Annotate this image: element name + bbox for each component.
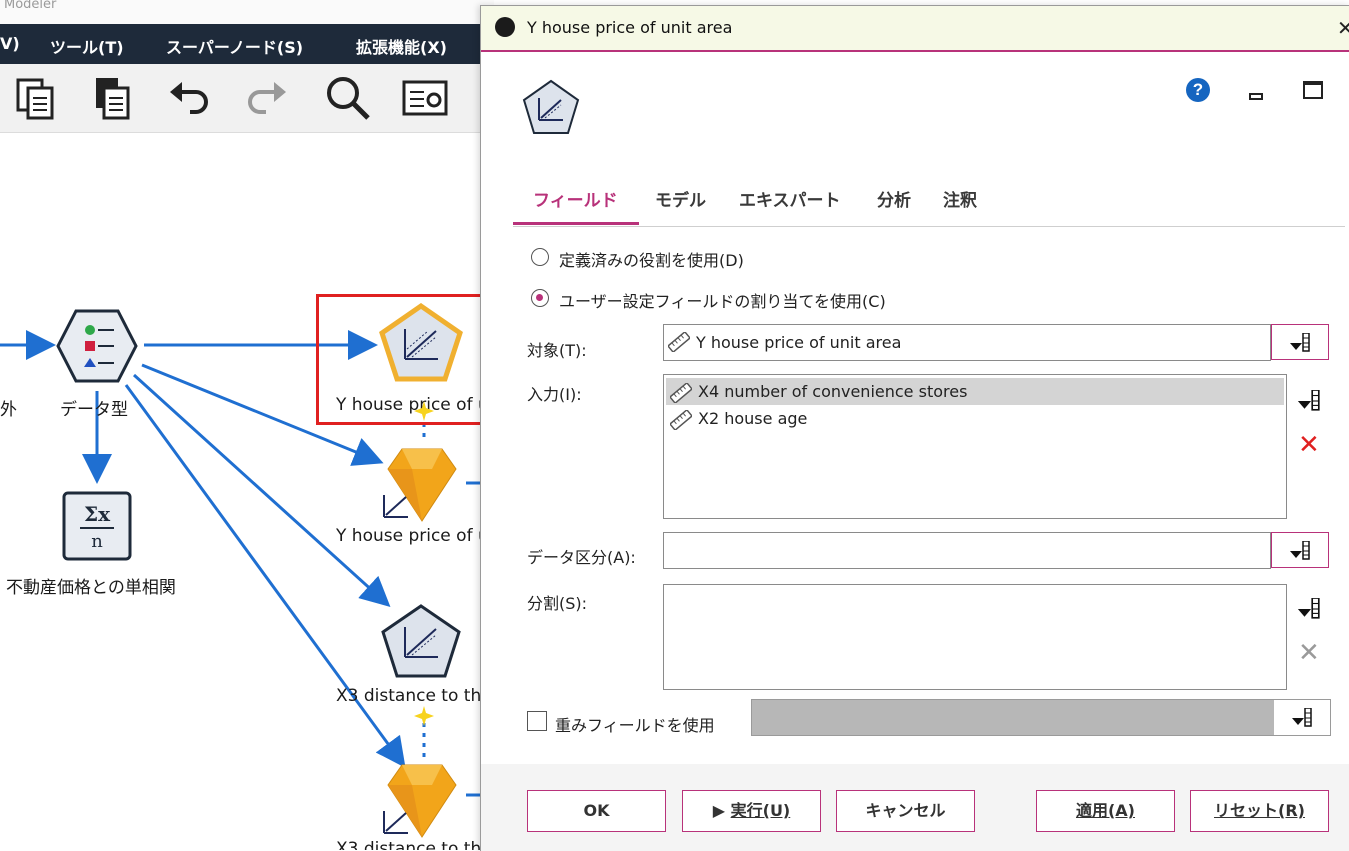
stream-canvas[interactable]: 外 データ型 Σx n 不動産価格との単相関 Y house price of …	[0, 133, 492, 850]
radio-predefined-roles[interactable]	[531, 248, 549, 266]
continuous-field-icon	[668, 332, 690, 352]
remove-input-icon[interactable]: ✕	[1298, 432, 1320, 458]
field-picker-icon	[1297, 390, 1320, 411]
use-weight-label: 重みフィールドを使用	[555, 716, 715, 735]
tab-model[interactable]: モデル	[655, 186, 706, 211]
run-button[interactable]: ▶ 実行(U)	[682, 790, 821, 832]
target-value: Y house price of unit area	[696, 333, 902, 352]
tab-fields[interactable]: フィールド	[533, 186, 618, 211]
target-picker-button[interactable]	[1271, 324, 1329, 360]
tab-expert[interactable]: エキスパート	[739, 186, 841, 211]
target-label: 対象(T):	[527, 341, 587, 360]
menu-bar: V) ツール(T) スーパーノード(S) 拡張機能(X)	[0, 24, 490, 64]
tab-annotations[interactable]: 注釈	[943, 186, 977, 211]
field-picker-icon	[1297, 598, 1320, 619]
selection-highlight	[316, 294, 496, 425]
run-button-label: 実行(U)	[730, 801, 791, 820]
split-list[interactable]	[663, 584, 1287, 690]
apply-button[interactable]: 適用(A)	[1036, 790, 1175, 832]
model-node-label-2: X3 distance to the	[336, 686, 492, 706]
play-icon: ▶	[712, 801, 731, 820]
cancel-button[interactable]: キャンセル	[836, 790, 975, 832]
regression-badge-icon-2	[383, 811, 408, 834]
weight-field	[751, 699, 1331, 736]
split-picker-button[interactable]	[1295, 596, 1325, 626]
menu-extensions[interactable]: 拡張機能(X)	[356, 34, 447, 58]
copy-icon[interactable]	[12, 74, 60, 122]
field-picker-icon	[1290, 541, 1310, 560]
apply-button-label: 適用(A)	[1075, 801, 1135, 820]
regression-badge-icon	[383, 495, 408, 518]
menu-supernode[interactable]: スーパーノード(S)	[166, 34, 303, 58]
toolbar	[0, 64, 490, 133]
menu-tools[interactable]: ツール(T)	[50, 34, 124, 58]
continuous-field-icon	[670, 383, 692, 403]
undo-icon[interactable]	[166, 74, 214, 122]
input-field-name: X4 number of convenience stores	[698, 382, 968, 401]
dialog-titlebar: Y house price of unit area ✕	[481, 6, 1349, 52]
partition-picker-button[interactable]	[1271, 532, 1329, 568]
dialog-footer: OK ▶ 実行(U) キャンセル 適用(A) リセット(R)	[481, 764, 1349, 851]
list-item[interactable]: X2 house age	[666, 405, 1284, 432]
close-icon[interactable]: ✕	[1337, 16, 1349, 40]
stream-properties-icon[interactable]	[400, 74, 448, 122]
maximize-icon[interactable]	[1303, 81, 1323, 99]
spark-icon-2	[414, 706, 434, 726]
app-title: Modeler	[0, 0, 494, 24]
source-node-label: 外	[0, 400, 17, 420]
field-picker-icon	[1292, 708, 1312, 727]
linear-model-icon	[522, 79, 580, 134]
radio-custom-label: ユーザー設定フィールドの割り当てを使用(C)	[559, 292, 886, 311]
type-node-label: データ型	[60, 400, 128, 420]
menu-view[interactable]: V)	[0, 34, 20, 53]
node-dialog: Y house price of unit area ✕ ? フィールド モデル…	[480, 5, 1349, 851]
target-field[interactable]: Y house price of unit area	[663, 324, 1271, 361]
reset-button[interactable]: リセット(R)	[1190, 790, 1329, 832]
input-field-name: X2 house age	[698, 409, 808, 428]
inputs-picker-button[interactable]	[1295, 388, 1325, 418]
paste-icon[interactable]	[88, 74, 136, 122]
field-picker-icon	[1290, 333, 1310, 352]
list-item[interactable]: X4 number of convenience stores	[666, 378, 1284, 405]
type-node-icon[interactable]	[56, 309, 138, 383]
continuous-field-icon	[670, 410, 692, 430]
partition-label: データ区分(A):	[527, 548, 636, 567]
reset-button-label: リセット(R)	[1214, 801, 1305, 820]
weight-picker-button	[1274, 700, 1330, 735]
svg-text:n: n	[91, 531, 103, 552]
inputs-label: 入力(I):	[527, 385, 582, 404]
radio-custom-assignments[interactable]	[531, 289, 549, 307]
svg-text:Σx: Σx	[84, 502, 111, 526]
dialog-title: Y house price of unit area	[527, 18, 733, 37]
radio-predefined-label: 定義済みの役割を使用(D)	[559, 251, 744, 270]
partition-field[interactable]	[663, 532, 1271, 569]
nugget-label-1: Y house price of u	[336, 526, 489, 546]
ok-button[interactable]: OK	[527, 790, 666, 832]
tab-bar: フィールド モデル エキスパート 分析 注釈	[513, 174, 1345, 227]
use-weight-checkbox[interactable]	[527, 711, 547, 731]
statistics-node-label: 不動産価格との単相関	[6, 578, 176, 598]
minimize-icon[interactable]	[1249, 93, 1263, 100]
search-icon[interactable]	[324, 74, 372, 122]
redo-icon[interactable]	[242, 74, 290, 122]
split-label: 分割(S):	[527, 594, 588, 613]
inputs-list[interactable]: X4 number of convenience stores X2 house…	[663, 374, 1287, 519]
tab-analyze[interactable]: 分析	[877, 186, 911, 211]
regression-model-node-icon-2[interactable]	[380, 603, 462, 679]
statistics-node-icon[interactable]: Σx n	[62, 491, 132, 561]
app-logo-icon	[495, 17, 515, 37]
remove-split-icon: ✕	[1298, 638, 1320, 668]
nugget-label-2: X3 distance to the	[336, 839, 492, 850]
help-icon[interactable]: ?	[1186, 78, 1210, 102]
dialog-body: ? フィールド モデル エキスパート 分析 注釈 定義済みの役割を使用(D) ユ…	[481, 52, 1349, 764]
active-tab-indicator	[513, 222, 639, 225]
